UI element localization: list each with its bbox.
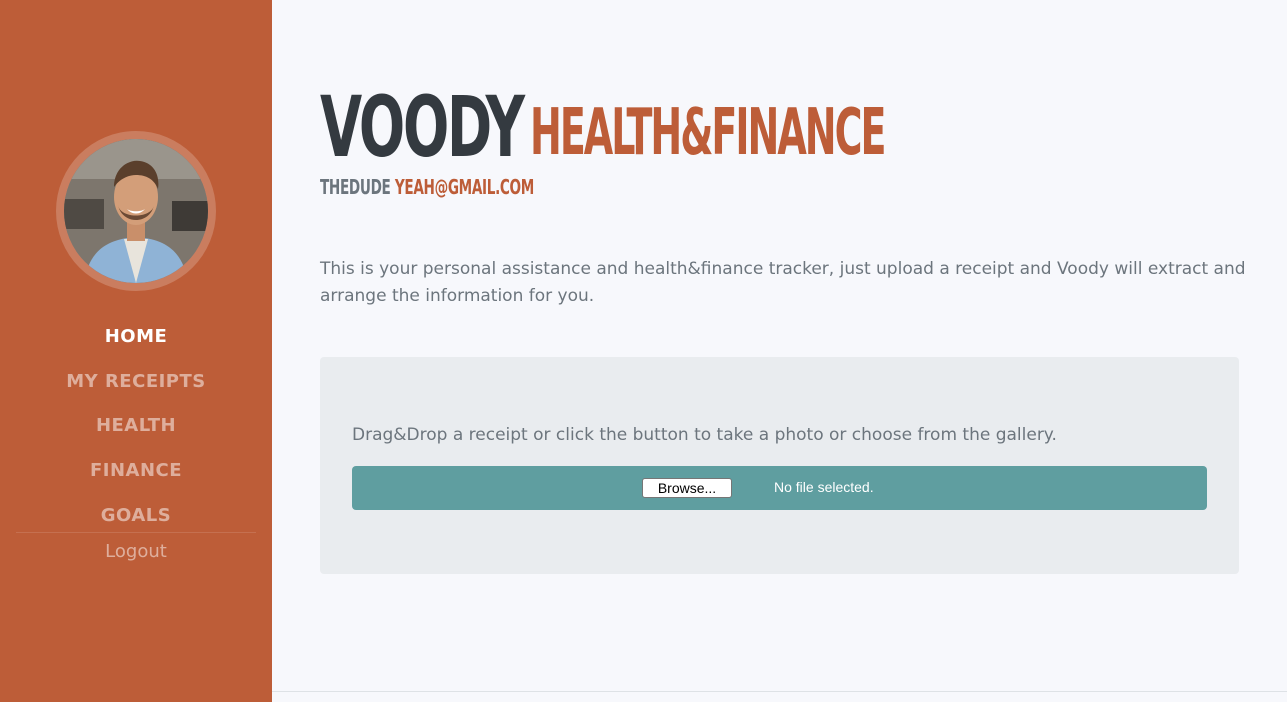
user-email[interactable]: YEAH@GMAIL.COM <box>395 175 534 199</box>
title-brand: VOODY <box>320 78 525 176</box>
upload-dropzone[interactable]: Drag&Drop a receipt or click the button … <box>320 357 1239 574</box>
avatar-ring <box>56 131 216 291</box>
nav-item-health[interactable]: HEALTH <box>0 404 272 449</box>
nav-divider <box>16 532 256 533</box>
file-input[interactable]: Browse... No file selected. <box>352 466 1207 510</box>
sidebar-nav: HOME MY RECEIPTS HEALTH FINANCE GOALS <box>0 314 272 538</box>
browse-button[interactable]: Browse... <box>642 478 732 498</box>
avatar[interactable] <box>64 139 208 283</box>
avatar-photo-icon <box>64 139 208 283</box>
bottom-divider <box>272 691 1287 692</box>
main-content: VOODY HEALTH&FINANCE THEDUDE YEAH@GMAIL.… <box>272 0 1287 702</box>
file-status: No file selected. <box>774 479 874 495</box>
page-title: VOODY HEALTH&FINANCE <box>320 78 887 176</box>
sidebar: HOME MY RECEIPTS HEALTH FINANCE GOALS Lo… <box>0 0 272 702</box>
nav-item-my-receipts[interactable]: MY RECEIPTS <box>0 359 272 404</box>
intro-text: This is your personal assistance and hea… <box>320 259 1246 306</box>
user-name: THEDUDE <box>320 175 391 199</box>
upload-instruction: Drag&Drop a receipt or click the button … <box>352 425 1057 445</box>
nav-item-finance[interactable]: FINANCE <box>0 448 272 493</box>
nav-item-home[interactable]: HOME <box>0 314 272 359</box>
user-info: THEDUDE YEAH@GMAIL.COM <box>320 175 534 199</box>
logout-link[interactable]: Logout <box>0 541 272 562</box>
title-subtitle: HEALTH&FINANCE <box>530 96 887 170</box>
